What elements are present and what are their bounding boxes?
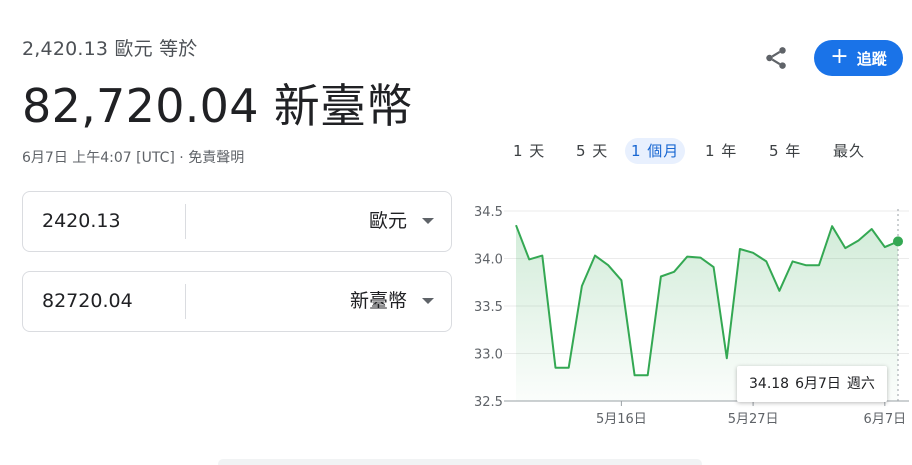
- tab-1-year[interactable]: 1 年: [699, 138, 743, 164]
- x-tick-label: 5月16日: [596, 412, 647, 427]
- tooltip-date: 6月7日: [795, 376, 841, 392]
- y-tick-label: 34.5: [474, 205, 503, 220]
- bottom-panel-edge: [218, 459, 702, 465]
- chevron-down-icon[interactable]: [422, 218, 434, 224]
- x-tick-label: 6月7日: [864, 412, 907, 427]
- tab-1-month[interactable]: 1 個月: [625, 138, 686, 164]
- field-divider: [185, 204, 186, 239]
- share-button[interactable]: [758, 40, 794, 76]
- x-tick-label: 5月27日: [728, 412, 779, 427]
- from-amount-input[interactable]: 2420.13: [42, 192, 121, 251]
- follow-button[interactable]: + 追蹤: [814, 40, 903, 76]
- tooltip-weekday: 週六: [846, 376, 875, 392]
- tab-5-year[interactable]: 5 年: [763, 138, 807, 164]
- plus-icon: +: [830, 44, 849, 69]
- follow-label: 追蹤: [856, 49, 887, 68]
- tab-5-day[interactable]: 5 天: [570, 138, 614, 164]
- y-tick-label: 33.5: [474, 300, 503, 315]
- tooltip-value: 34.18: [749, 376, 790, 392]
- y-tick-label: 34.0: [474, 253, 503, 268]
- y-tick-label: 32.5: [474, 395, 503, 410]
- share-icon: [766, 47, 786, 69]
- range-tabs: 1 天 5 天 1 個月 1 年 5 年 最久: [0, 138, 912, 166]
- to-currency-select[interactable]: 新臺幣: [350, 272, 407, 331]
- from-currency-select[interactable]: 歐元: [369, 192, 407, 251]
- to-currency-field[interactable]: 82720.04 新臺幣: [22, 271, 452, 332]
- conversion-subtitle: 2,420.13 歐元 等於: [22, 38, 198, 60]
- conversion-result: 82,720.04 新臺幣: [22, 79, 413, 133]
- chart-tooltip: 34.18 6月7日 週六: [737, 366, 887, 402]
- to-amount-input[interactable]: 82720.04: [42, 272, 133, 331]
- hover-point: [893, 236, 903, 247]
- y-tick-label: 33.0: [474, 348, 503, 363]
- tab-max[interactable]: 最久: [827, 138, 871, 164]
- chevron-down-icon[interactable]: [422, 298, 434, 304]
- from-currency-field[interactable]: 2420.13 歐元: [22, 191, 452, 252]
- field-divider: [185, 284, 186, 319]
- tab-1-day[interactable]: 1 天: [507, 138, 551, 164]
